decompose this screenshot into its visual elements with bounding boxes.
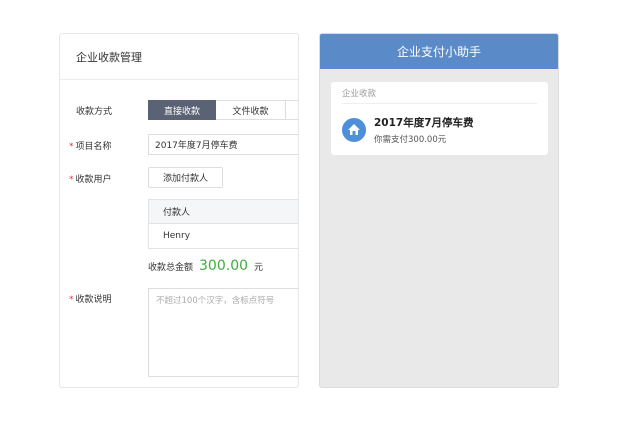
project-name-input[interactable]: 2017年度7月停车费 [148, 134, 298, 155]
total-label: 收款总金额 [148, 263, 194, 273]
payer-table-header: 付款人 [149, 200, 298, 224]
card-item-title: 2017年度7月停车费 [374, 117, 474, 129]
total-amount-row: 收款总金额 300.00 元 [148, 258, 263, 274]
house-icon [342, 118, 366, 142]
required-mark: * [69, 142, 74, 152]
panel-title: 企业收款管理 [60, 34, 298, 80]
method-segmented-control: 直接收款 文件收款 [148, 100, 298, 120]
method-label: 收款方式 [76, 107, 113, 117]
table-row[interactable]: Henry [149, 224, 298, 248]
project-label-text: 项目名称 [75, 142, 112, 152]
required-mark: * [69, 175, 74, 185]
total-amount-value: 300.00 [199, 258, 249, 274]
total-unit: 元 [254, 263, 264, 273]
card-section-title: 企业收款 [342, 82, 537, 104]
add-payer-button[interactable]: 添加付款人 [148, 167, 223, 188]
card-text: 2017年度7月停车费 你需支付300.00元 [374, 115, 474, 145]
user-label: * 收款用户 [69, 172, 112, 185]
card-item-subtitle: 你需支付300.00元 [374, 135, 447, 145]
tab-direct-payment[interactable]: 直接收款 [148, 100, 216, 120]
description-textarea[interactable]: 不超过100个汉字，含标点符号 [148, 288, 298, 377]
required-mark: * [69, 295, 74, 305]
tab-file-payment[interactable]: 文件收款 [216, 100, 286, 120]
payment-management-panel: 企业收款管理 收款方式 直接收款 文件收款 * 项目名称 2017年度7月停车费 … [59, 33, 299, 388]
tab-overflow [286, 100, 298, 120]
mobile-preview-panel: 企业支付小助手 企业收款 2017年度7月停车费 你需支付300.00元 [319, 33, 559, 388]
desc-label: * 收款说明 [69, 292, 112, 305]
project-label: * 项目名称 [69, 139, 112, 152]
payment-card[interactable]: 企业收款 2017年度7月停车费 你需支付300.00元 [331, 82, 548, 155]
card-body: 2017年度7月停车费 你需支付300.00元 [342, 115, 474, 145]
desc-label-text: 收款说明 [75, 295, 112, 305]
assistant-header: 企业支付小助手 [320, 34, 558, 69]
user-label-text: 收款用户 [75, 175, 112, 185]
payer-table: 付款人 Henry [148, 199, 298, 249]
